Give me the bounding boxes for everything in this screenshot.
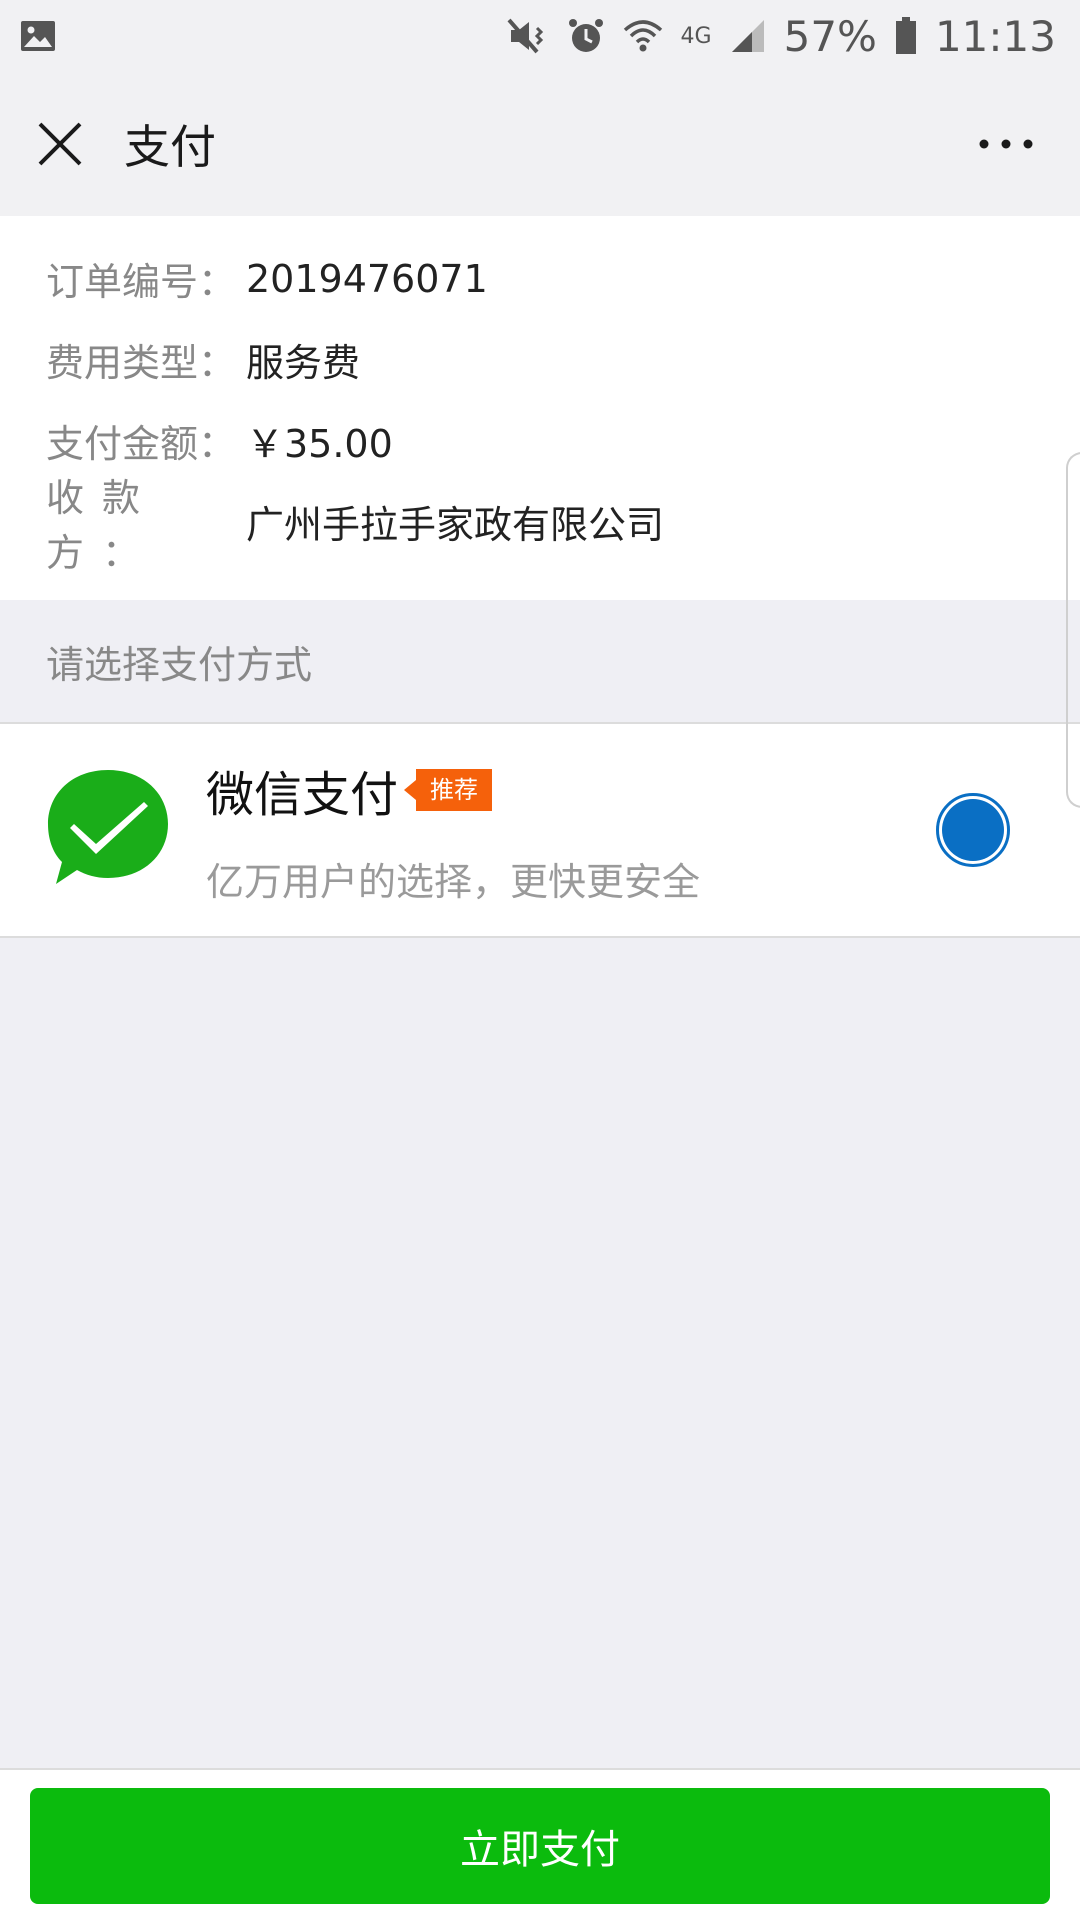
bottom-bar: 立即支付: [0, 1768, 1080, 1920]
wechat-pay-texts: 微信支付 推荐 亿万用户的选择，更快更安全: [206, 755, 700, 906]
payee-row: 收款方： 广州手拉手家政有限公司: [46, 476, 1080, 575]
nav-bar: 支付: [0, 72, 1080, 216]
amount-value: ￥35.00: [246, 422, 393, 466]
edge-scroll-handle[interactable]: [1066, 452, 1080, 808]
wechat-pay-icon: [44, 766, 172, 894]
alarm-icon: [567, 17, 605, 55]
battery-percent: 57%: [783, 11, 877, 61]
fee-type-value: 服务费: [246, 341, 361, 385]
fee-type-label: 费用类型：: [46, 341, 237, 385]
wechat-pay-name: 微信支付: [206, 766, 399, 823]
wechat-pay-description: 亿万用户的选择，更快更安全: [206, 859, 701, 904]
payee-value: 广州手拉手家政有限公司: [246, 503, 665, 547]
radio-selected-dot: [942, 799, 1004, 861]
order-number-label: 订单编号：: [46, 260, 237, 304]
wechat-pay-title-row: 微信支付 推荐: [206, 755, 700, 825]
status-bar: 4G 57% 11:13: [0, 0, 1080, 72]
network-type: 4G: [680, 23, 712, 49]
wechat-pay-radio[interactable]: [936, 793, 1010, 867]
battery-icon: [895, 17, 917, 55]
signal-icon: [730, 18, 766, 54]
mute-vibrate-icon: [507, 18, 549, 54]
image-icon: [20, 20, 56, 52]
payment-method-section-title: 请选择支付方式: [0, 600, 1080, 724]
payee-label: 收款方：: [46, 475, 159, 575]
amount-label: 支付金额：: [46, 422, 237, 466]
order-number-value: 2019476071: [246, 256, 488, 301]
fee-type-row: 费用类型： 服务费: [46, 319, 1080, 400]
order-number-row: 订单编号： 2019476071: [46, 238, 1080, 319]
wifi-icon: [623, 18, 663, 54]
more-icon[interactable]: [978, 138, 1034, 150]
close-icon[interactable]: [36, 120, 84, 168]
order-info-card: 订单编号： 2019476071 费用类型： 服务费 支付金额： ￥35.00 …: [0, 216, 1080, 600]
clock-time: 11:13: [934, 11, 1056, 61]
recommended-badge: 推荐: [404, 768, 493, 811]
wechat-pay-option[interactable]: 微信支付 推荐 亿万用户的选择，更快更安全: [0, 724, 1080, 938]
pay-now-button[interactable]: 立即支付: [30, 1788, 1050, 1904]
page-title: 支付: [124, 120, 216, 174]
